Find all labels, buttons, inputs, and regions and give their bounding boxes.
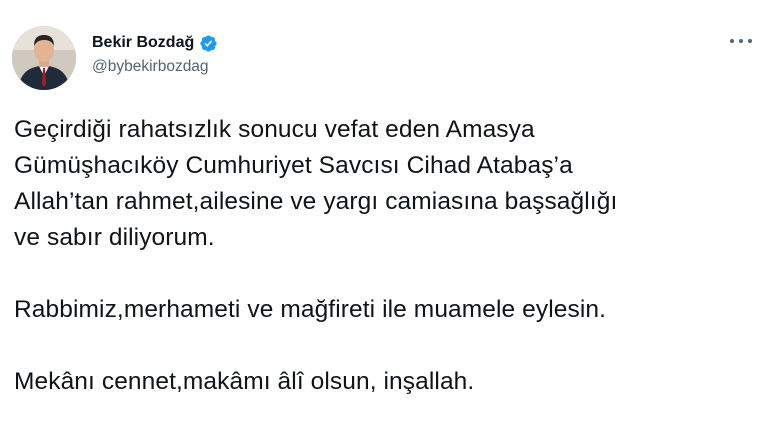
tweet-line: Gümüşhacıköy Cumhuriyet Savcısı Cihad At… bbox=[14, 152, 573, 179]
name-row: Bekir Bozdağ bbox=[92, 32, 218, 54]
tweet-line: Mekânı cennet,makâmı âlî olsun, inşallah… bbox=[14, 368, 475, 395]
tweet-line: Allah’tan rahmet,ailesine ve yargı camia… bbox=[14, 188, 618, 215]
dot bbox=[748, 39, 752, 43]
dot bbox=[730, 39, 734, 43]
tweet-text: Geçirdiği rahatsızlık sonucu vefat eden … bbox=[14, 112, 759, 400]
tweet-card: Bekir Bozdağ @bybekirbozdag Geçirdiği ra… bbox=[0, 0, 770, 432]
more-dots-icon[interactable] bbox=[730, 34, 752, 48]
dot bbox=[739, 39, 743, 43]
profile-photo bbox=[12, 26, 76, 90]
verified-badge-icon bbox=[199, 34, 218, 53]
display-name[interactable]: Bekir Bozdağ bbox=[92, 34, 194, 52]
tweet-line: ve sabır diliyorum. bbox=[14, 224, 215, 251]
tweet-line: Rabbimiz,merhameti ve mağfireti ile muam… bbox=[14, 296, 607, 323]
avatar[interactable] bbox=[12, 26, 76, 90]
tweet-line: Geçirdiği rahatsızlık sonucu vefat eden … bbox=[14, 116, 535, 143]
handle[interactable]: @bybekirbozdag bbox=[92, 58, 218, 76]
author-block: Bekir Bozdağ @bybekirbozdag bbox=[92, 32, 218, 76]
